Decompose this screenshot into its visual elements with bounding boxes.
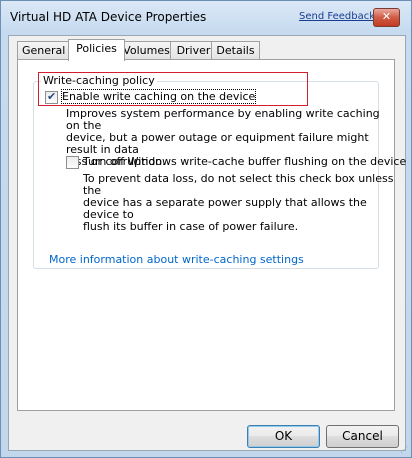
properties-dialog: Virtual HD ATA Device Properties Send Fe… <box>0 0 412 458</box>
window-title: Virtual HD ATA Device Properties <box>10 10 207 24</box>
send-feedback-link[interactable]: Send Feedback <box>299 11 375 22</box>
desc-line: device has a separate power supply that … <box>83 196 367 221</box>
policies-tab-page: Write-caching policy ✔ Enable write cach… <box>17 59 406 411</box>
turn-off-flushing-description: To prevent data loss, do not select this… <box>83 173 394 233</box>
checkmark-icon: ✔ <box>47 90 57 103</box>
resize-grip-icon[interactable]: ⋰ <box>400 446 410 457</box>
enable-write-caching-checkbox[interactable]: ✔ Enable write caching on the device <box>45 89 257 104</box>
title-bar[interactable]: Virtual HD ATA Device Properties Send Fe… <box>1 1 411 31</box>
tab-details[interactable]: Details <box>211 41 260 60</box>
close-button[interactable]: ✕ <box>373 8 400 27</box>
cancel-button[interactable]: Cancel <box>326 425 399 448</box>
more-info-link[interactable]: More information about write-caching set… <box>49 253 304 266</box>
tab-policies[interactable]: Policies <box>68 39 125 61</box>
tab-volumes[interactable]: Volumes <box>118 41 175 60</box>
desc-line: device, but a power outage or equipment … <box>66 131 369 156</box>
ok-button[interactable]: OK <box>247 425 320 448</box>
enable-write-caching-label: Enable write caching on the device <box>60 89 257 104</box>
tab-driver[interactable]: Driver <box>170 41 217 60</box>
desc-line: Improves system performance by enabling … <box>66 107 380 132</box>
dialog-client-area: General Policies Volumes Driver Details … <box>8 35 406 451</box>
checkbox-box[interactable]: ✔ <box>45 90 58 104</box>
turn-off-flushing-label: Turn off Windows write-cache buffer flus… <box>83 155 407 168</box>
checkbox-box[interactable] <box>66 156 79 169</box>
tab-general[interactable]: General <box>17 41 70 60</box>
desc-line: To prevent data loss, do not select this… <box>83 172 394 197</box>
turn-off-flushing-checkbox[interactable]: Turn off Windows write-cache buffer flus… <box>66 155 406 169</box>
desc-line: flush its buffer in case of power failur… <box>83 220 299 233</box>
